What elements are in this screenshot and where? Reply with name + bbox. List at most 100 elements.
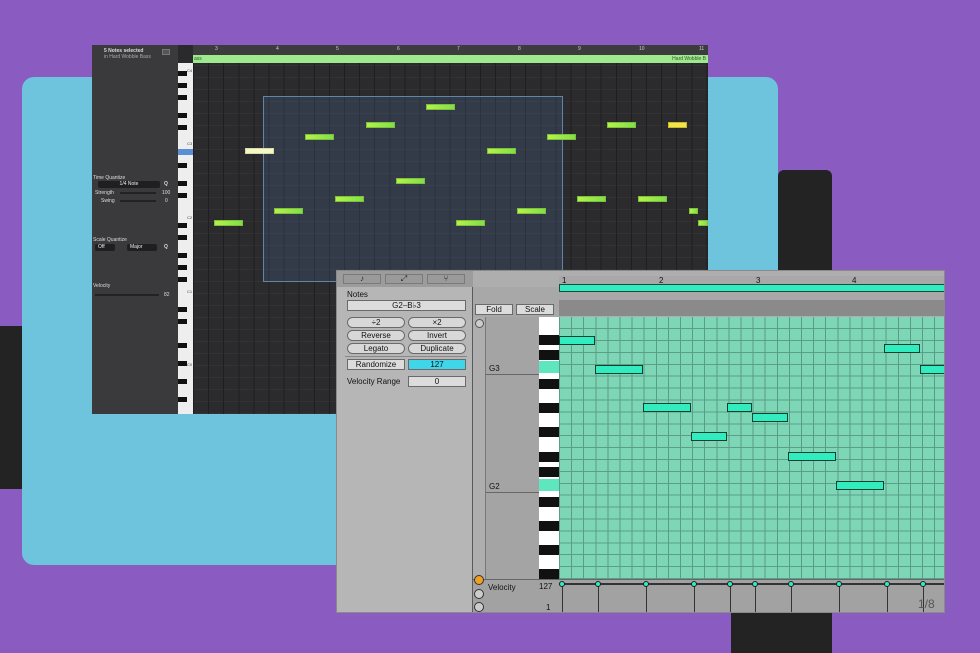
invert-button[interactable]: Invert <box>408 330 466 341</box>
velocity-range-field[interactable]: 0 <box>408 376 466 387</box>
headphones-icon[interactable] <box>475 319 484 328</box>
midi-note[interactable] <box>884 344 920 353</box>
swing-slider[interactable] <box>120 200 156 202</box>
expand-tab-icon[interactable]: ⤢ <box>385 274 423 284</box>
velocity-value: 82 <box>164 292 170 298</box>
scale-quantize-q-button[interactable]: Q <box>164 244 168 250</box>
ruler-number: 10 <box>639 46 645 52</box>
octave-label: C1 <box>187 289 193 294</box>
grid-division-label: 1/8 <box>918 597 935 611</box>
strength-label: Strength <box>95 190 114 196</box>
backdrop-dark-block-bottom <box>731 612 832 653</box>
randomize-button[interactable]: Randomize <box>347 359 405 370</box>
strength-value: 100 <box>162 190 171 196</box>
ruler-number: 8 <box>518 46 521 52</box>
midi-note[interactable] <box>689 208 698 214</box>
velocity-marker[interactable] <box>643 581 649 587</box>
midi-note[interactable] <box>426 104 455 110</box>
octave-label: C0 <box>187 362 193 367</box>
logic-inspector: 5 Notes selected in Hard Wobble Bass Tim… <box>92 45 178 414</box>
midi-note[interactable] <box>577 196 606 202</box>
lane-toggle-icon[interactable] <box>474 575 484 585</box>
lane-back-icon[interactable] <box>474 589 484 599</box>
region-name-right: Hard Wobble B <box>672 56 706 62</box>
midi-note[interactable] <box>396 178 425 184</box>
swing-label: Swing <box>101 198 115 204</box>
octave-label: C3 <box>187 141 193 146</box>
midi-note[interactable] <box>487 148 516 154</box>
midi-note[interactable] <box>607 122 636 128</box>
velocity-marker[interactable] <box>727 581 733 587</box>
play-icon[interactable] <box>474 602 484 612</box>
midi-note[interactable] <box>668 122 687 128</box>
duplicate-button[interactable]: Duplicate <box>408 343 466 354</box>
velocity-marker[interactable] <box>691 581 697 587</box>
midi-note[interactable] <box>335 196 364 202</box>
branch-tab-icon[interactable]: ⑂ <box>427 274 465 284</box>
velocity-marker[interactable] <box>920 581 926 587</box>
ableton-ruler[interactable]: 1 2 3 4 <box>559 276 944 316</box>
note-name-column: G3 G2 <box>485 317 540 579</box>
midi-note[interactable] <box>752 413 788 422</box>
velocity-marker[interactable] <box>788 581 794 587</box>
fold-button[interactable]: Fold <box>475 304 513 315</box>
midi-note[interactable] <box>274 208 303 214</box>
logic-ruler[interactable]: 3 4 5 6 7 8 9 10 11 <box>193 45 708 55</box>
scale-button[interactable]: Scale <box>516 304 554 315</box>
region-header[interactable]: ass Hard Wobble B <box>193 55 708 63</box>
velocity-marker[interactable] <box>559 581 565 587</box>
time-quantize-select[interactable]: 1/4 Note <box>98 181 160 188</box>
divide-by-2-button[interactable]: ÷2 <box>347 317 405 328</box>
scale-root-select[interactable]: Off <box>95 244 115 251</box>
ableton-note-grid[interactable] <box>559 317 944 579</box>
logic-piano-keyboard[interactable]: C4 C3 C2 C1 C0 <box>178 63 193 414</box>
region-name-left: ass <box>194 56 202 62</box>
link-icon[interactable] <box>162 49 170 55</box>
marquee-selection <box>263 96 563 282</box>
midi-note[interactable] <box>595 365 643 374</box>
midi-note[interactable] <box>214 220 243 226</box>
ableton-piano-keyboard[interactable] <box>539 317 559 579</box>
note-tab-icon[interactable]: ♪ <box>343 274 381 284</box>
velocity-max-label: 127 <box>539 582 553 591</box>
strength-slider[interactable] <box>120 192 156 194</box>
midi-note[interactable] <box>727 403 752 412</box>
legato-button[interactable]: Legato <box>347 343 405 354</box>
loop-brace[interactable] <box>559 284 944 292</box>
velocity-min-label: 1 <box>546 603 551 612</box>
randomize-amount-field[interactable]: 127 <box>408 359 466 370</box>
time-quantize-q-button[interactable]: Q <box>164 181 168 187</box>
midi-note[interactable] <box>366 122 395 128</box>
midi-note[interactable] <box>638 196 667 202</box>
velocity-marker[interactable] <box>752 581 758 587</box>
velocity-marker[interactable] <box>884 581 890 587</box>
selection-subtitle: in Hard Wobble Bass <box>104 54 151 60</box>
velocity-lane-label: Velocity <box>488 583 516 592</box>
midi-note[interactable] <box>517 208 546 214</box>
reverse-button[interactable]: Reverse <box>347 330 405 341</box>
midi-note[interactable] <box>547 134 576 140</box>
scale-type-select[interactable]: Major <box>127 244 157 251</box>
midi-note[interactable] <box>305 134 334 140</box>
multiply-by-2-button[interactable]: ×2 <box>408 317 466 328</box>
midi-note[interactable] <box>920 365 944 374</box>
midi-note[interactable] <box>559 336 595 345</box>
ableton-notes-panel: ♪ ⤢ ⑂ Notes G2–B♭3 ÷2 ×2 Reverse Invert … <box>337 271 473 612</box>
midi-note[interactable] <box>788 452 836 461</box>
midi-note[interactable] <box>691 432 727 441</box>
midi-note[interactable] <box>698 220 708 226</box>
backdrop-dark-block-right <box>778 170 832 280</box>
velocity-label: Velocity <box>93 283 111 289</box>
velocity-marker[interactable] <box>836 581 842 587</box>
midi-note[interactable] <box>245 148 274 154</box>
notes-range-display[interactable]: G2–B♭3 <box>347 300 466 311</box>
midi-note[interactable] <box>836 481 884 490</box>
midi-note[interactable] <box>456 220 485 226</box>
velocity-marker[interactable] <box>595 581 601 587</box>
midi-note[interactable] <box>643 403 691 412</box>
backdrop-dark-block-left <box>0 326 24 489</box>
velocity-slider[interactable] <box>95 294 159 296</box>
bar-number: 3 <box>756 276 761 285</box>
ruler-number: 5 <box>336 46 339 52</box>
ruler-number: 9 <box>578 46 581 52</box>
